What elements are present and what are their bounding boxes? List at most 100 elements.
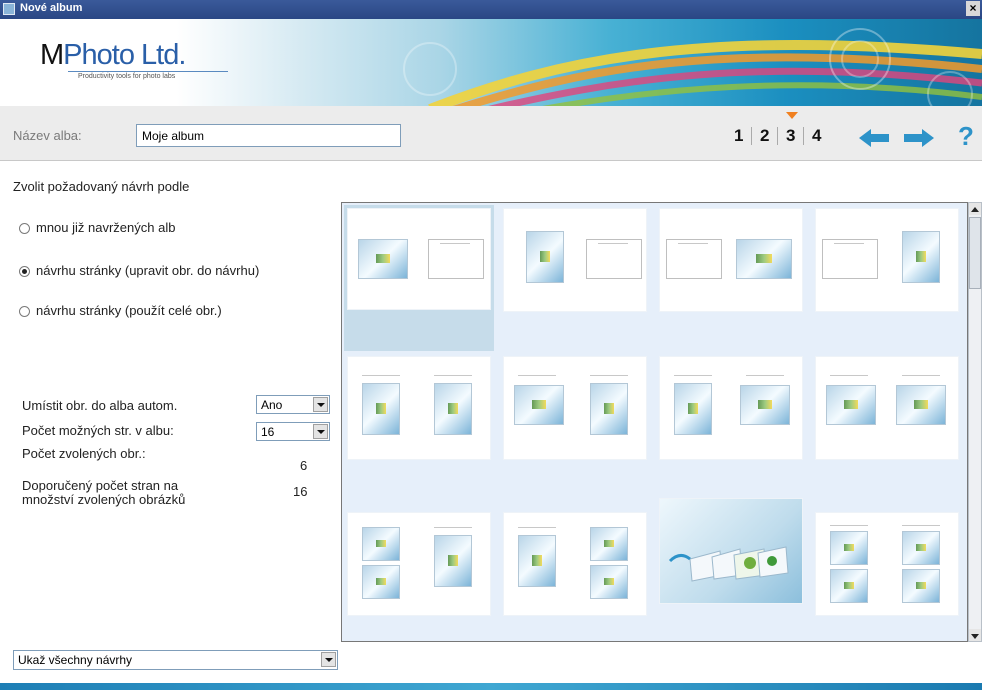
window-title: Nové album: [20, 2, 83, 14]
caption-line: [830, 375, 868, 376]
photo-placeholder: [830, 531, 868, 565]
recommended-value: 16: [293, 484, 308, 499]
back-arrow-icon[interactable]: [859, 128, 889, 148]
grid-scrollbar[interactable]: [968, 202, 982, 642]
layout-preview: [660, 209, 802, 311]
photo-placeholder: [902, 569, 940, 603]
caption-line: [598, 243, 628, 244]
photo-placeholder: [902, 231, 940, 283]
layout-cell[interactable]: [656, 353, 806, 493]
step-4[interactable]: 4: [812, 126, 821, 146]
layout-preview: [504, 513, 646, 615]
photo-placeholder: [518, 535, 556, 587]
layout-cell[interactable]: [812, 495, 962, 641]
logo-ltd: Ltd.: [133, 39, 186, 71]
layout-preview: [504, 209, 646, 311]
layout-preview: [816, 357, 958, 459]
caption-line: [434, 527, 472, 528]
photo-placeholder: [434, 383, 472, 435]
caption-line: [590, 375, 628, 376]
layout-cell[interactable]: [344, 353, 494, 493]
close-button[interactable]: ×: [966, 1, 980, 16]
album-name-label: Název alba:: [13, 128, 82, 143]
layout-preview: [348, 513, 490, 615]
option-page-fit-label[interactable]: návrhu stránky (upravit obr. do návrhu): [36, 263, 259, 278]
auto-place-select[interactable]: Ano: [256, 395, 330, 414]
logo-underline: [68, 71, 228, 72]
caption-line: [434, 375, 472, 376]
layout-cell[interactable]: [500, 495, 650, 641]
photo-placeholder: [902, 531, 940, 565]
layout-cell[interactable]: [344, 495, 494, 641]
option-albums-label[interactable]: mnou již navržených alb: [36, 220, 175, 235]
layout-cell[interactable]: [812, 205, 962, 343]
app-icon: [3, 3, 15, 15]
layout-cell[interactable]: [344, 205, 494, 351]
step-divider: [751, 127, 752, 145]
recommended-label: Doporučený počet stran na: [22, 478, 179, 493]
empty-frame: [428, 239, 484, 279]
photo-placeholder: [740, 385, 790, 425]
photo-placeholder: [826, 385, 876, 425]
step-2[interactable]: 2: [760, 126, 769, 146]
photo-placeholder: [674, 383, 712, 435]
caption-line: [518, 375, 556, 376]
header-banner: MPhoto Ltd. Productivity tools for photo…: [0, 19, 982, 106]
photo-placeholder: [514, 385, 564, 425]
step-3[interactable]: 3: [786, 126, 795, 146]
photo-placeholder: [830, 569, 868, 603]
title-bar: Nové album ×: [0, 0, 982, 19]
next-arrow-icon[interactable]: [904, 128, 934, 148]
pages-select[interactable]: 16: [256, 422, 330, 441]
recommended-label-line2: množství zvolených obrázků: [22, 492, 186, 507]
photo-placeholder: [362, 527, 400, 561]
photo-placeholder: [362, 565, 400, 599]
caption-line: [834, 243, 864, 244]
chosen-count-label: Počet zvolených obr.:: [22, 446, 146, 461]
photo-placeholder: [896, 385, 946, 425]
layout-cell[interactable]: [500, 353, 650, 493]
design-filter-select[interactable]: Ukaž všechny návrhy: [13, 650, 338, 670]
caption-line: [902, 525, 940, 526]
layout-cell[interactable]: [656, 205, 806, 343]
layout-preview: [504, 357, 646, 459]
brand-logo: MPhoto Ltd.: [40, 39, 186, 72]
caption-line: [674, 375, 712, 376]
photo-placeholder: [526, 231, 564, 283]
caption-line: [830, 525, 868, 526]
photo-spread-illustration: [668, 546, 789, 582]
empty-frame: [822, 239, 878, 279]
scroll-thumb[interactable]: [969, 217, 981, 289]
layout-grid: [341, 202, 968, 642]
design-filter-value: Ukaž všechny návrhy: [18, 653, 133, 667]
album-name-input[interactable]: [136, 124, 401, 147]
auto-place-label: Umístit obr. do alba autom.: [22, 398, 178, 413]
chosen-count-value: 6: [300, 458, 308, 473]
footer-bar: [0, 683, 982, 690]
layout-preview: [660, 499, 802, 603]
layout-cell[interactable]: [500, 205, 650, 343]
step-1[interactable]: 1: [734, 126, 743, 146]
layout-cell[interactable]: [656, 495, 806, 641]
photo-placeholder: [590, 527, 628, 561]
option-page-full-label[interactable]: návrhu stránky (použít celé obr.): [36, 303, 222, 318]
scroll-down-button[interactable]: [969, 629, 981, 641]
option-page-fit-radio[interactable]: [19, 266, 30, 277]
scroll-up-button[interactable]: [969, 203, 981, 215]
help-icon[interactable]: ?: [958, 121, 974, 152]
empty-frame: [586, 239, 642, 279]
option-page-full-radio[interactable]: [19, 306, 30, 317]
option-albums-radio[interactable]: [19, 223, 30, 234]
chevron-down-icon[interactable]: [321, 652, 336, 667]
chevron-down-icon[interactable]: [313, 424, 328, 439]
design-heading: Zvolit požadovaný návrh podle: [13, 179, 190, 194]
layout-cell[interactable]: [812, 353, 962, 493]
empty-frame: [666, 239, 722, 279]
caption-line: [518, 527, 556, 528]
photo-placeholder: [362, 383, 400, 435]
step-divider: [777, 127, 778, 145]
photo-placeholder: [358, 239, 408, 279]
step-divider: [803, 127, 804, 145]
caption-line: [746, 375, 784, 376]
chevron-down-icon[interactable]: [313, 397, 328, 412]
